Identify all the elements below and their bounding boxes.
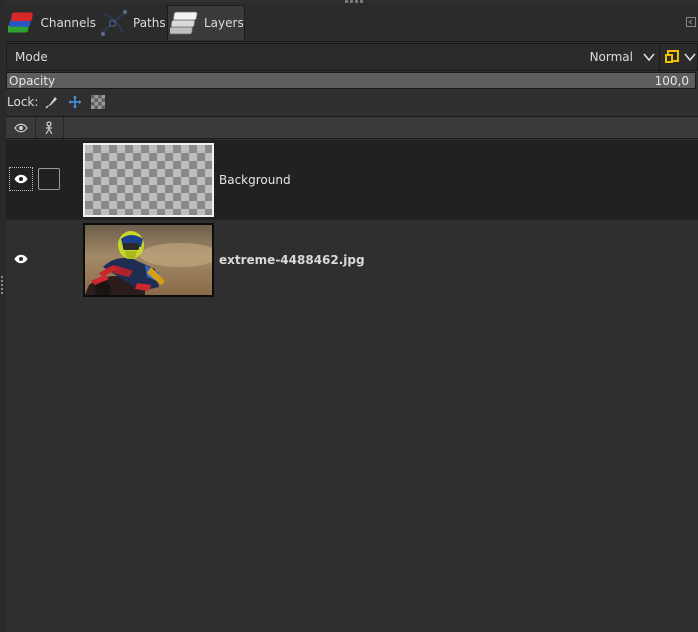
tab-channels[interactable]: Channels xyxy=(6,5,96,40)
tab-layers[interactable]: Layers xyxy=(167,5,245,40)
layers-icon xyxy=(170,11,198,35)
tab-paths-label: Paths xyxy=(133,15,166,30)
layer-name[interactable]: extreme-4488462.jpg xyxy=(219,253,365,267)
mode-value[interactable]: Normal xyxy=(590,50,633,64)
tab-channels-label: Channels xyxy=(40,15,96,30)
composite-mode-icon xyxy=(665,50,679,63)
layer-row-background[interactable]: Background xyxy=(6,140,698,220)
motocross-photo-image xyxy=(85,225,212,295)
layer-row-photo[interactable]: extreme-4488462.jpg xyxy=(6,220,698,300)
opacity-value[interactable]: 100,0 xyxy=(655,74,689,88)
layer-visibility-toggle[interactable] xyxy=(9,247,33,271)
mode-label: Mode xyxy=(15,50,48,64)
lock-position-icon xyxy=(68,95,82,109)
chevron-down-icon xyxy=(684,53,696,62)
composite-mode-button[interactable] xyxy=(661,44,697,70)
lock-label: Lock: xyxy=(7,95,39,109)
opacity-fill xyxy=(7,73,695,88)
layers-list-header xyxy=(6,116,698,139)
visibility-column-header[interactable] xyxy=(6,117,36,138)
lock-position-button[interactable] xyxy=(67,94,83,110)
lock-alpha-icon xyxy=(91,95,106,109)
layer-chain-toggle[interactable] xyxy=(38,168,60,190)
opacity-slider[interactable]: Opacity 100,0 xyxy=(6,72,696,89)
layer-thumbnail-transparent xyxy=(83,143,214,217)
lock-toolbar: Lock: xyxy=(6,92,698,112)
layers-dock: Channels Paths Layers Mode Normal Opacit… xyxy=(0,0,698,632)
lock-pixels-button[interactable] xyxy=(44,94,60,110)
left-resize-handle[interactable] xyxy=(1,276,4,296)
layers-list: Background extreme-4488462.jpg xyxy=(6,139,698,632)
mode-divider xyxy=(659,44,660,70)
paths-icon xyxy=(100,9,127,36)
tab-menu-icon[interactable] xyxy=(686,17,696,27)
lock-alpha-button[interactable] xyxy=(90,94,106,110)
channels-icon xyxy=(8,12,33,32)
tab-layers-label: Layers xyxy=(204,16,244,30)
lock-pixels-icon xyxy=(45,97,58,109)
layer-thumbnail-photo xyxy=(83,223,214,297)
eye-icon xyxy=(14,254,28,264)
eye-icon xyxy=(13,123,28,132)
chevron-down-icon[interactable] xyxy=(643,52,655,62)
opacity-label: Opacity xyxy=(9,74,56,88)
layer-visibility-toggle[interactable] xyxy=(9,167,33,191)
eye-icon xyxy=(14,174,28,184)
layer-name[interactable]: Background xyxy=(219,173,291,187)
mode-selector[interactable]: Mode Normal xyxy=(6,43,698,71)
tab-paths[interactable]: Paths xyxy=(97,5,167,40)
chain-column-header[interactable] xyxy=(35,117,64,138)
chain-icon xyxy=(45,120,53,134)
dock-tab-bar: Channels Paths Layers xyxy=(6,3,698,42)
